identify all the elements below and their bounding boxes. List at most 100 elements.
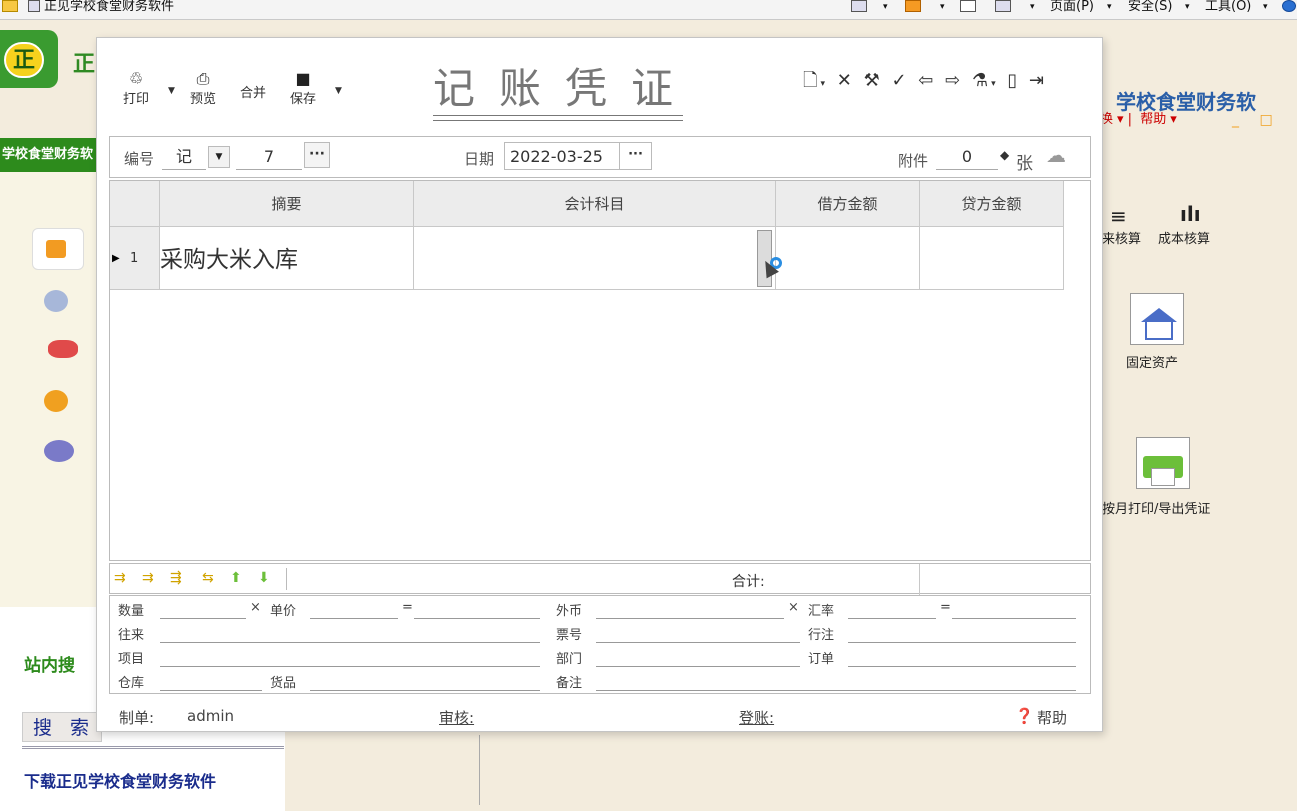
totals-bar: ⇉ ⇉ ⇶ ⇆ ⬆ ⬇ 合计: — [109, 563, 1091, 595]
unit-price-label: 单价 — [270, 604, 297, 619]
swap-rows-icon[interactable]: ⇆ — [202, 570, 214, 586]
maker-label: 制单: — [119, 709, 155, 727]
rss-feed-icon[interactable] — [905, 0, 921, 12]
order-field[interactable] — [848, 666, 1076, 667]
tools-icon[interactable]: ⚒ — [864, 70, 883, 91]
exit-icon[interactable]: ⇥ — [1029, 70, 1047, 91]
print-dropdown-arrow[interactable]: ▼ — [168, 86, 175, 96]
column-header-summary[interactable]: 摘要 — [160, 181, 414, 227]
attachment-stepper-icon[interactable]: ◆ — [1000, 148, 1009, 162]
download-link[interactable]: 下载正见学校食堂财务软件 — [24, 768, 216, 792]
department-field[interactable] — [596, 666, 800, 667]
save-button[interactable]: ■ 保存 — [290, 69, 316, 108]
help-icon[interactable]: ❓ — [1015, 707, 1034, 725]
voucher-type-select[interactable]: 记 — [162, 146, 206, 170]
print-button[interactable]: ♲ 打印 — [123, 70, 149, 108]
foreign-currency-field[interactable] — [596, 618, 784, 619]
voucher-number-input[interactable]: 7 — [236, 146, 302, 170]
auxiliary-fields: 数量 × 单价 = 外币 × 汇率 = 往来 票号 行注 项目 部门 订单 仓库… — [109, 595, 1091, 694]
summary-cell-text[interactable]: 采购大米入库 — [160, 240, 298, 274]
paint-icon[interactable]: ⚗ — [972, 70, 991, 91]
transaction-accounting-item[interactable]: 来核算 — [1102, 228, 1141, 247]
help-link[interactable]: 帮助 — [1037, 707, 1067, 728]
new-icon[interactable]: 🗋 — [803, 70, 820, 91]
site-search-title: 站内搜 — [24, 656, 75, 676]
insert-row-icon[interactable]: ⇉ — [114, 570, 126, 586]
posting-link[interactable]: 登账: — [739, 707, 774, 728]
help-icon[interactable] — [1282, 0, 1296, 12]
insert-row-before-icon[interactable]: ⇉ — [142, 570, 154, 586]
save-icon: ■ — [295, 69, 311, 88]
append-row-icon[interactable]: ⇶ — [170, 570, 182, 586]
date-value[interactable]: 2022-03-25 — [510, 147, 603, 166]
attachment-count-input[interactable]: 0 — [936, 146, 998, 170]
account-cell[interactable] — [414, 227, 776, 290]
converted-amount-field[interactable] — [952, 618, 1076, 619]
attachment-icon[interactable]: ▯ — [1007, 70, 1020, 91]
previous-icon[interactable]: ⇦ — [918, 70, 936, 91]
favorites-icon[interactable] — [2, 0, 18, 12]
read-mail-icon[interactable] — [960, 0, 976, 12]
maximize-icon[interactable]: □ — [1259, 112, 1272, 128]
goods-field[interactable] — [310, 690, 540, 691]
settings-gear-icon[interactable] — [44, 390, 68, 412]
debit-cell[interactable] — [776, 227, 920, 290]
number-lookup-button[interactable]: ··· — [304, 142, 330, 168]
voucher-type-dropdown-icon[interactable]: ▼ — [208, 146, 230, 168]
table-row-number[interactable]: ▶ 1 — [110, 227, 160, 290]
fixed-assets-icon[interactable] — [1130, 293, 1184, 345]
date-picker-button[interactable]: ··· — [619, 143, 651, 169]
bar-chart-icon: ılı — [1180, 202, 1201, 226]
action-toolbar: 🗋▾ ✕ ⚒ ✓ ⇦ ⇨ ⚗▾ ▯ ⇥ — [803, 70, 1048, 91]
print-icon[interactable] — [995, 0, 1011, 12]
save-dropdown-arrow[interactable]: ▼ — [335, 86, 342, 96]
upload-cloud-icon[interactable]: ☁ — [1046, 143, 1066, 167]
page-menu[interactable]: 页面(P) — [1050, 0, 1094, 14]
report-icon[interactable] — [48, 340, 78, 358]
users-icon[interactable] — [44, 440, 74, 462]
bank-field[interactable] — [848, 642, 1076, 643]
exchange-rate-field[interactable] — [848, 618, 936, 619]
move-up-icon[interactable]: ⬆ — [230, 570, 242, 586]
browser-tab-title[interactable]: 正见学校食堂财务软件 — [44, 0, 174, 14]
quantity-field[interactable] — [160, 618, 246, 619]
warehouse-field[interactable] — [160, 690, 262, 691]
minimize-icon[interactable]: _ — [1232, 112, 1239, 128]
move-down-icon[interactable]: ⬇ — [258, 570, 270, 586]
browser-command-bar: 正见学校食堂财务软件 ▾ ▾ ▾ 页面(P) ▾ 安全(S) ▾ 工具(O) ▾ — [0, 0, 1297, 20]
ticket-no-field[interactable] — [596, 642, 800, 643]
date-label: 日期 — [464, 150, 495, 168]
contact-field[interactable] — [160, 642, 540, 643]
merge-button[interactable]: 合并 — [240, 82, 266, 101]
cost-accounting-item[interactable]: 成本核算 — [1158, 228, 1210, 247]
review-link[interactable]: 审核: — [439, 707, 474, 728]
preview-button[interactable]: ⎙ 预览 — [190, 70, 216, 108]
column-header-debit[interactable]: 借方金额 — [776, 181, 920, 227]
help-menu[interactable]: 帮助 — [1140, 112, 1166, 127]
check-icon[interactable]: ✓ — [891, 70, 909, 91]
voucher-title: 记账凭证 — [433, 64, 698, 113]
date-field[interactable]: 2022-03-25 ··· — [504, 142, 652, 170]
remark-field[interactable] — [596, 690, 1076, 691]
amount-field[interactable] — [414, 618, 540, 619]
books-icon[interactable] — [44, 290, 68, 312]
delete-icon[interactable]: ✕ — [837, 70, 855, 91]
next-icon[interactable]: ⇨ — [945, 70, 963, 91]
search-button[interactable]: 搜 索 — [22, 712, 102, 742]
unit-price-field[interactable] — [310, 618, 398, 619]
print-export-label[interactable]: 按月打印/导出凭证 — [1102, 498, 1210, 517]
home-icon[interactable] — [851, 0, 867, 12]
column-header-account[interactable]: 会计科目 — [414, 181, 776, 227]
foreign-currency-label: 外币 — [556, 604, 583, 619]
left-panel — [0, 172, 100, 607]
safety-menu[interactable]: 安全(S) — [1128, 0, 1172, 14]
printer-icon[interactable] — [1136, 437, 1190, 489]
column-header-credit[interactable]: 贷方金额 — [920, 181, 1064, 227]
goods-label: 货品 — [270, 676, 297, 691]
credit-cell[interactable] — [920, 227, 1064, 290]
project-field[interactable] — [160, 666, 540, 667]
fixed-assets-label[interactable]: 固定资产 — [1126, 352, 1178, 371]
times-sign: × — [788, 600, 799, 615]
tools-menu[interactable]: 工具(O) — [1205, 0, 1251, 14]
totals-divider — [919, 564, 920, 595]
